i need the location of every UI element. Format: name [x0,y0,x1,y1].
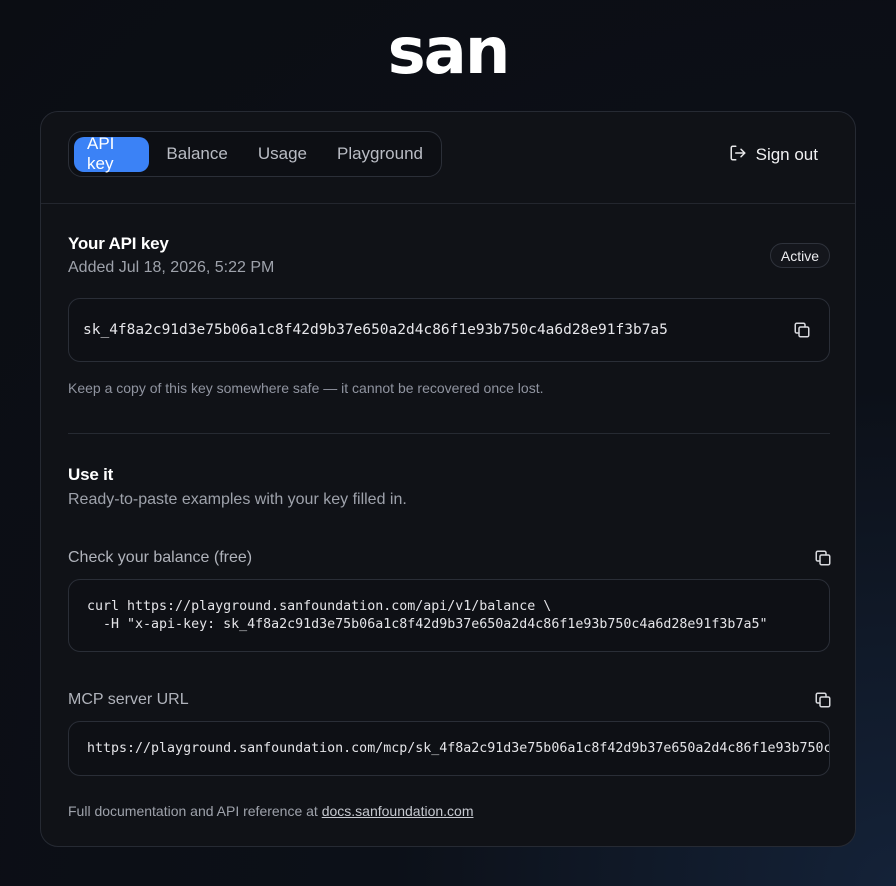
sign-out-icon [729,144,747,167]
copy-balance-button[interactable] [810,545,836,571]
copy-icon [794,322,810,338]
balance-example-header: Check your balance (free) [68,544,831,572]
account-card: API key Balance Usage Playground Sign ou… [40,111,856,847]
api-key-added-date: Added Jul 18, 2026, 5:22 PM [68,259,275,276]
copy-mcp-button[interactable] [810,687,836,713]
sign-out-label: Sign out [755,145,818,164]
mcp-code-block: https://playground.sanfoundation.com/mcp… [68,721,830,776]
balance-code-block: curl https://playground.sanfoundation.co… [68,579,830,652]
use-it-subtitle: Ready-to-paste examples with your key fi… [68,491,407,508]
footer-text: Full documentation and API reference at [68,803,322,819]
status-badge: Active [769,243,830,268]
tab-balance[interactable]: Balance [153,137,240,172]
brand-logo: san [0,22,896,86]
copy-icon [815,550,831,566]
copy-icon [815,692,831,708]
api-key-field: sk_4f8a2c91d3e75b06a1c8f42d9b37e650a2d4c… [68,298,830,362]
use-it-section: Use it Ready-to-paste examples with your… [68,465,830,509]
tab-bar: API key Balance Usage Playground [68,131,442,177]
use-it-title: Use it [68,465,114,484]
docs-footer: Full documentation and API reference at … [68,803,830,819]
api-key-note: Keep a copy of this key somewhere safe —… [68,380,544,396]
copy-key-button[interactable] [789,317,815,343]
card-header: API key Balance Usage Playground Sign ou… [41,112,855,204]
balance-code-line-2[interactable]: -H "x-api-key: sk_4f8a2c91d3e75b06a1c8f4… [87,616,811,634]
docs-link[interactable]: docs.sanfoundation.com [322,803,474,819]
tab-api-key[interactable]: API key [74,134,150,173]
section-divider [68,433,830,434]
tab-usage[interactable]: Usage [245,137,320,172]
api-key-value[interactable]: sk_4f8a2c91d3e75b06a1c8f42d9b37e650a2d4c… [83,322,789,338]
api-key-title: Your API key [68,234,169,253]
san-logo-mark: san [388,24,511,84]
mcp-example-header: MCP server URL [68,686,831,714]
svg-text:san: san [388,24,509,84]
balance-example-label: Check your balance (free) [68,549,253,566]
mcp-url-value[interactable]: https://playground.sanfoundation.com/mcp… [87,740,829,758]
api-key-section: Your API key Added Jul 18, 2026, 5:22 PM… [68,234,830,284]
mcp-example-label: MCP server URL [68,691,189,708]
sign-out-button[interactable]: Sign out [729,142,818,168]
tab-playground[interactable]: Playground [324,137,436,172]
balance-code-line-1[interactable]: curl https://playground.sanfoundation.co… [87,598,811,616]
